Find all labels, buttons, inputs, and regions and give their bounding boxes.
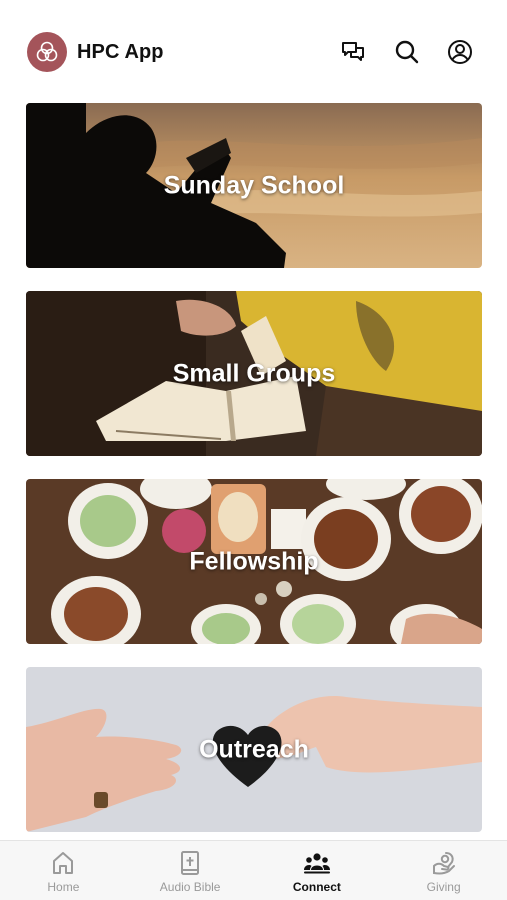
tab-audio-bible[interactable]: Audio Bible [127, 841, 254, 900]
bible-icon [181, 851, 200, 875]
tab-audio-bible-label: Audio Bible [159, 880, 221, 894]
home-icon [53, 852, 74, 874]
giving-icon [432, 852, 455, 875]
bottom-tab-bar: Home Audio Bible Connect Giving [0, 840, 507, 900]
tab-giving[interactable]: Giving [380, 841, 507, 900]
search-button[interactable] [393, 38, 421, 66]
search-icon [395, 40, 419, 64]
sunday-school-label: Sunday School [163, 171, 345, 199]
tab-connect-label: Connect [292, 880, 341, 894]
profile-button[interactable] [446, 38, 474, 66]
fellowship-label: Fellowship [189, 547, 319, 575]
outreach-card[interactable]: Outreach [26, 667, 482, 832]
app-header: HPC App [0, 0, 507, 100]
small-groups-label: Small Groups [172, 359, 336, 387]
trinity-knot-icon [36, 41, 58, 62]
fellowship-card[interactable]: Fellowship [26, 479, 482, 644]
messages-icon [342, 42, 364, 61]
tab-home[interactable]: Home [0, 841, 127, 900]
tab-connect[interactable]: Connect [254, 841, 381, 900]
sunday-school-card[interactable]: Sunday School [26, 103, 482, 268]
small-groups-card[interactable]: Small Groups [26, 291, 482, 456]
messages-button[interactable] [339, 38, 367, 66]
profile-icon [448, 40, 472, 64]
tab-giving-label: Giving [426, 880, 461, 894]
outreach-label: Outreach [199, 735, 309, 763]
tab-home-label: Home [47, 880, 80, 894]
people-icon [303, 853, 330, 874]
app-title: HPC App [77, 41, 164, 63]
app-logo [27, 32, 67, 72]
